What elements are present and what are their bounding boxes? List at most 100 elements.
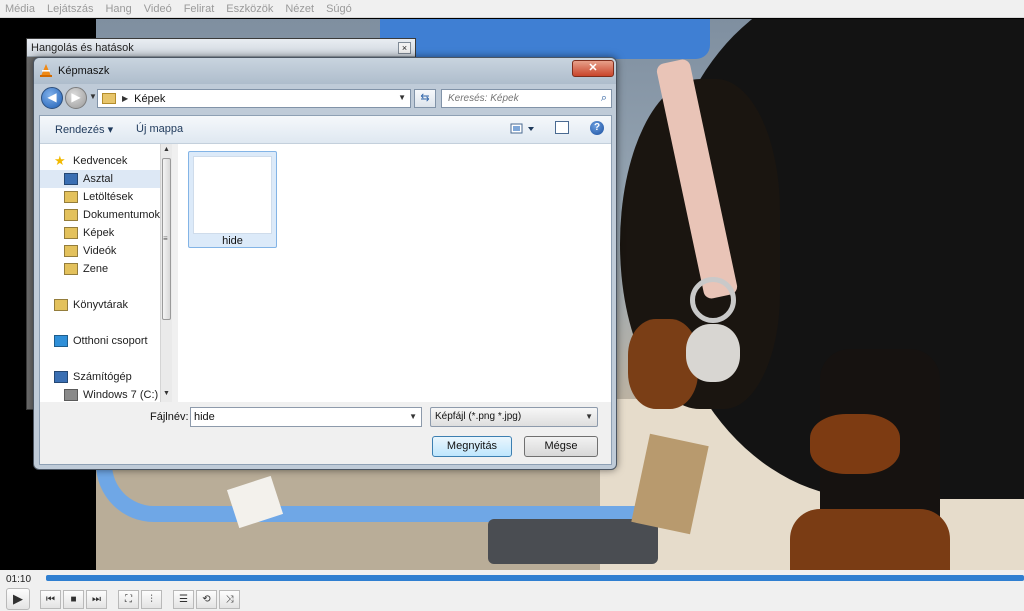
effects-titlebar[interactable]: Hangolás és hatások × [27,39,415,57]
playlist-button[interactable]: ☰ [173,590,194,609]
filename-input[interactable] [194,410,394,424]
playlist-icon: ☰ [179,594,188,605]
menubar: Média Lejátszás Hang Videó Felirat Eszkö… [0,0,1024,18]
skip-previous-icon: ⏮ [46,594,55,605]
videos-folder-icon [64,245,78,257]
drive-icon [64,389,78,401]
shuffle-icon: ⤨ [225,594,234,605]
nav-item[interactable]: Zene [64,260,108,278]
scroll-up-icon[interactable]: ▲ [163,146,170,153]
menu-tools[interactable]: Eszközök [225,3,274,15]
menu-playback[interactable]: Lejátszás [46,3,94,15]
refresh-icon: ⇆ [420,92,430,104]
image-mask-dialog: Képmaszk ✕ ◀ ▶ ▼ ▶ Képek ▼ ⇆ ⌕ Rendezés … [33,57,617,470]
documents-folder-icon [64,209,78,221]
nav-item-label: Windows 7 (C:) [83,389,159,401]
nav-item[interactable]: Dokumentumok [64,206,160,224]
menu-help[interactable]: Súgó [325,3,353,15]
help-icon: ? [593,122,601,133]
navigation-bar: ◀ ▶ ▼ ▶ Képek ▼ ⇆ ⌕ [39,87,612,111]
downloads-folder-icon [64,191,78,203]
nav-item[interactable]: Videók [64,242,116,260]
libraries-icon [54,299,68,311]
nav-item-label: Letöltések [83,191,134,203]
nav-item-label: Könyvtárak [73,299,129,311]
menu-subtitle[interactable]: Felirat [183,3,216,15]
shuffle-button[interactable]: ⤨ [219,590,240,609]
nav-item[interactable]: Könyvtárak [54,296,128,314]
nav-item-label: Dokumentumok [83,209,161,221]
seek-progress [46,575,1024,581]
vlc-cone-icon [40,64,52,77]
filename-combobox[interactable]: ▼ [190,407,422,427]
stop-icon: ■ [70,594,77,605]
change-view-button[interactable] [510,122,536,136]
effects-window-title: Hangolás és hatások [31,41,134,54]
stop-button[interactable]: ■ [63,590,84,609]
dog-paw-front [790,509,950,570]
back-button[interactable]: ◀ [41,87,63,109]
cancel-button[interactable]: Mégse [524,436,598,457]
desktop-icon [64,173,78,185]
nav-item-label: Kedvencek [73,155,128,167]
address-bar[interactable]: ▶ Képek ▼ [97,89,411,108]
dialog-content: Rendezés ▾ Új mappa ? ★ Kedvencek Asztal Le… [39,115,612,465]
new-folder-button[interactable]: Új mappa [136,123,183,135]
extended-settings-button[interactable]: ⫶ [141,590,162,609]
nav-item[interactable]: Letöltések [64,188,133,206]
effects-close-button[interactable]: × [398,41,411,54]
scroll-grip-icon: ≡ [163,234,168,243]
fullscreen-icon: ⛶ [125,594,132,605]
nav-item-label: Otthoni csoport [73,335,148,347]
menu-view[interactable]: Nézet [284,3,315,15]
dialog-titlebar[interactable]: Képmaszk ✕ [34,58,616,84]
menu-video[interactable]: Videó [143,3,173,15]
breadcrumb-chevron-icon[interactable]: ▶ [122,94,128,103]
nav-item-label: Videók [83,245,117,257]
preview-pane-button[interactable] [555,121,569,134]
navigation-pane: ★ Kedvencek Asztal Letöltések Dokumentumok Ké… [40,144,172,402]
homegroup-icon [54,335,68,347]
fullscreen-button[interactable]: ⛶ [118,590,139,609]
menu-media[interactable]: Média [4,3,36,15]
chevron-down-icon[interactable]: ▼ [398,93,406,102]
video-blue-rail-bottom [96,464,636,522]
refresh-button[interactable]: ⇆ [414,89,436,108]
address-breadcrumb[interactable]: Képek [134,93,165,105]
arrow-right-icon: ▶ [71,90,81,104]
star-icon: ★ [54,153,66,168]
file-list[interactable]: hide [178,144,611,402]
seek-slider[interactable] [46,575,1024,581]
command-toolbar: Rendezés ▾ Új mappa ? [40,116,611,144]
pictures-folder-icon [64,227,78,239]
chevron-down-icon[interactable]: ▼ [409,412,417,421]
music-folder-icon [64,263,78,275]
next-button[interactable]: ⏭ [86,590,107,609]
organize-button[interactable]: Rendezés ▾ [55,123,113,136]
dog-collar-ring [690,277,736,323]
play-icon: ▶ [13,591,23,606]
play-button[interactable]: ▶ [6,588,30,610]
open-button[interactable]: Megnyitás [432,436,512,457]
navigation-scrollbar[interactable]: ▲ ≡ ▼ [160,144,172,402]
search-input[interactable] [446,90,590,107]
file-item[interactable]: hide [188,151,277,248]
nav-item[interactable]: ★ Kedvencek [54,152,127,170]
loop-button[interactable]: ⟲ [196,590,217,609]
nav-item-label: Asztal [83,173,113,185]
search-box[interactable]: ⌕ [441,89,612,108]
forward-button[interactable]: ▶ [65,87,87,109]
previous-button[interactable]: ⏮ [40,590,61,609]
menu-audio[interactable]: Hang [104,3,132,15]
dialog-close-button[interactable]: ✕ [572,60,614,77]
nav-item[interactable]: Otthoni csoport [54,332,148,350]
help-button[interactable]: ? [590,121,604,135]
nav-item[interactable]: Windows 7 (C:) [64,386,158,402]
scroll-down-icon[interactable]: ▼ [163,390,170,397]
nav-item[interactable]: Számítógép [54,368,132,386]
nav-item[interactable]: Asztal [40,170,172,188]
nav-item[interactable]: Képek [64,224,114,242]
history-dropdown-icon[interactable]: ▼ [89,92,97,101]
search-icon[interactable]: ⌕ [601,92,607,105]
filetype-select[interactable]: Képfájl (*.png *.jpg) ▼ [430,407,598,427]
